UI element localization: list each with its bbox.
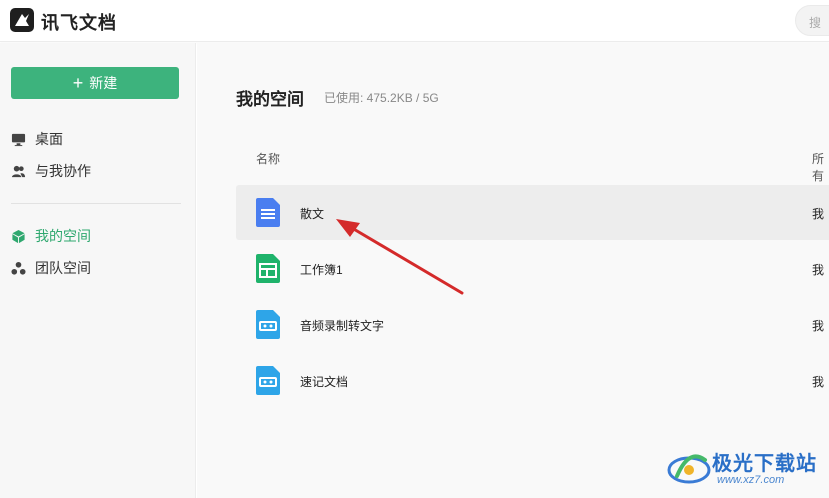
column-header-owner[interactable]: 所有: [812, 150, 829, 184]
file-owner: 我: [812, 263, 825, 277]
new-button-label: 新建: [89, 75, 118, 91]
file-name: 音频录制转文字: [300, 319, 385, 333]
watermark: 极光下载站 www.xz7.com: [665, 444, 825, 494]
watermark-url: www.xz7.com: [717, 474, 785, 486]
file-name: 速记文档: [300, 375, 349, 389]
sidebar: + 新建 桌面 与我协作 我的空间 团队空间: [0, 43, 196, 498]
audio-icon: [256, 366, 280, 395]
app-window: 讯飞文档 搜 + 新建 桌面 与我协作 我的空间 团队空间 我的空间 已使用: …: [0, 0, 829, 498]
sidebar-divider: [11, 203, 181, 204]
sidebar-item-desktop[interactable]: 桌面: [11, 127, 63, 151]
people-icon: [11, 165, 26, 177]
sidebar-item-collaborate[interactable]: 与我协作: [11, 159, 91, 183]
monitor-icon: [11, 133, 26, 146]
top-bar: 讯飞文档 搜: [0, 0, 829, 42]
sidebar-item-my-space[interactable]: 我的空间: [11, 224, 91, 248]
file-name: 工作簿1: [300, 263, 343, 277]
sidebar-item-team-space[interactable]: 团队空间: [11, 256, 91, 280]
column-header-name[interactable]: 名称: [256, 150, 280, 167]
file-row[interactable]: 音频录制转文字 我: [236, 297, 829, 352]
team-icon: [11, 261, 26, 275]
page-title: 我的空间: [236, 90, 304, 109]
file-owner: 我: [812, 207, 825, 221]
storage-usage: 已使用: 475.2KB / 5G: [324, 91, 439, 105]
file-name: 散文: [300, 207, 325, 221]
sidebar-item-label: 与我协作: [35, 163, 91, 179]
xunfei-logo-icon: [10, 8, 34, 32]
audio-icon: [256, 310, 280, 339]
file-owner: 我: [812, 319, 825, 333]
file-row[interactable]: 速记文档 我: [236, 353, 829, 408]
file-row[interactable]: 散文 我: [236, 185, 829, 240]
file-row[interactable]: 工作簿1 我: [236, 241, 829, 296]
watermark-logo-icon: [667, 454, 711, 484]
sidebar-item-label: 团队空间: [35, 260, 91, 276]
cube-icon: [12, 229, 25, 243]
main-content: 我的空间 已使用: 475.2KB / 5G 名称 所有 散文 我 工作簿1 我…: [197, 43, 829, 498]
sidebar-item-label: 我的空间: [35, 228, 91, 244]
sidebar-item-label: 桌面: [35, 131, 63, 147]
doc-icon: [256, 198, 280, 227]
new-button[interactable]: + 新建: [11, 67, 179, 99]
search-input[interactable]: 搜: [795, 5, 829, 36]
watermark-title: 极光下载站: [712, 453, 817, 475]
sheet-icon: [256, 254, 280, 283]
plus-icon: +: [72, 73, 84, 93]
brand-name: 讯飞文档: [41, 13, 117, 33]
file-owner: 我: [812, 375, 825, 389]
search-placeholder: 搜: [809, 16, 822, 30]
